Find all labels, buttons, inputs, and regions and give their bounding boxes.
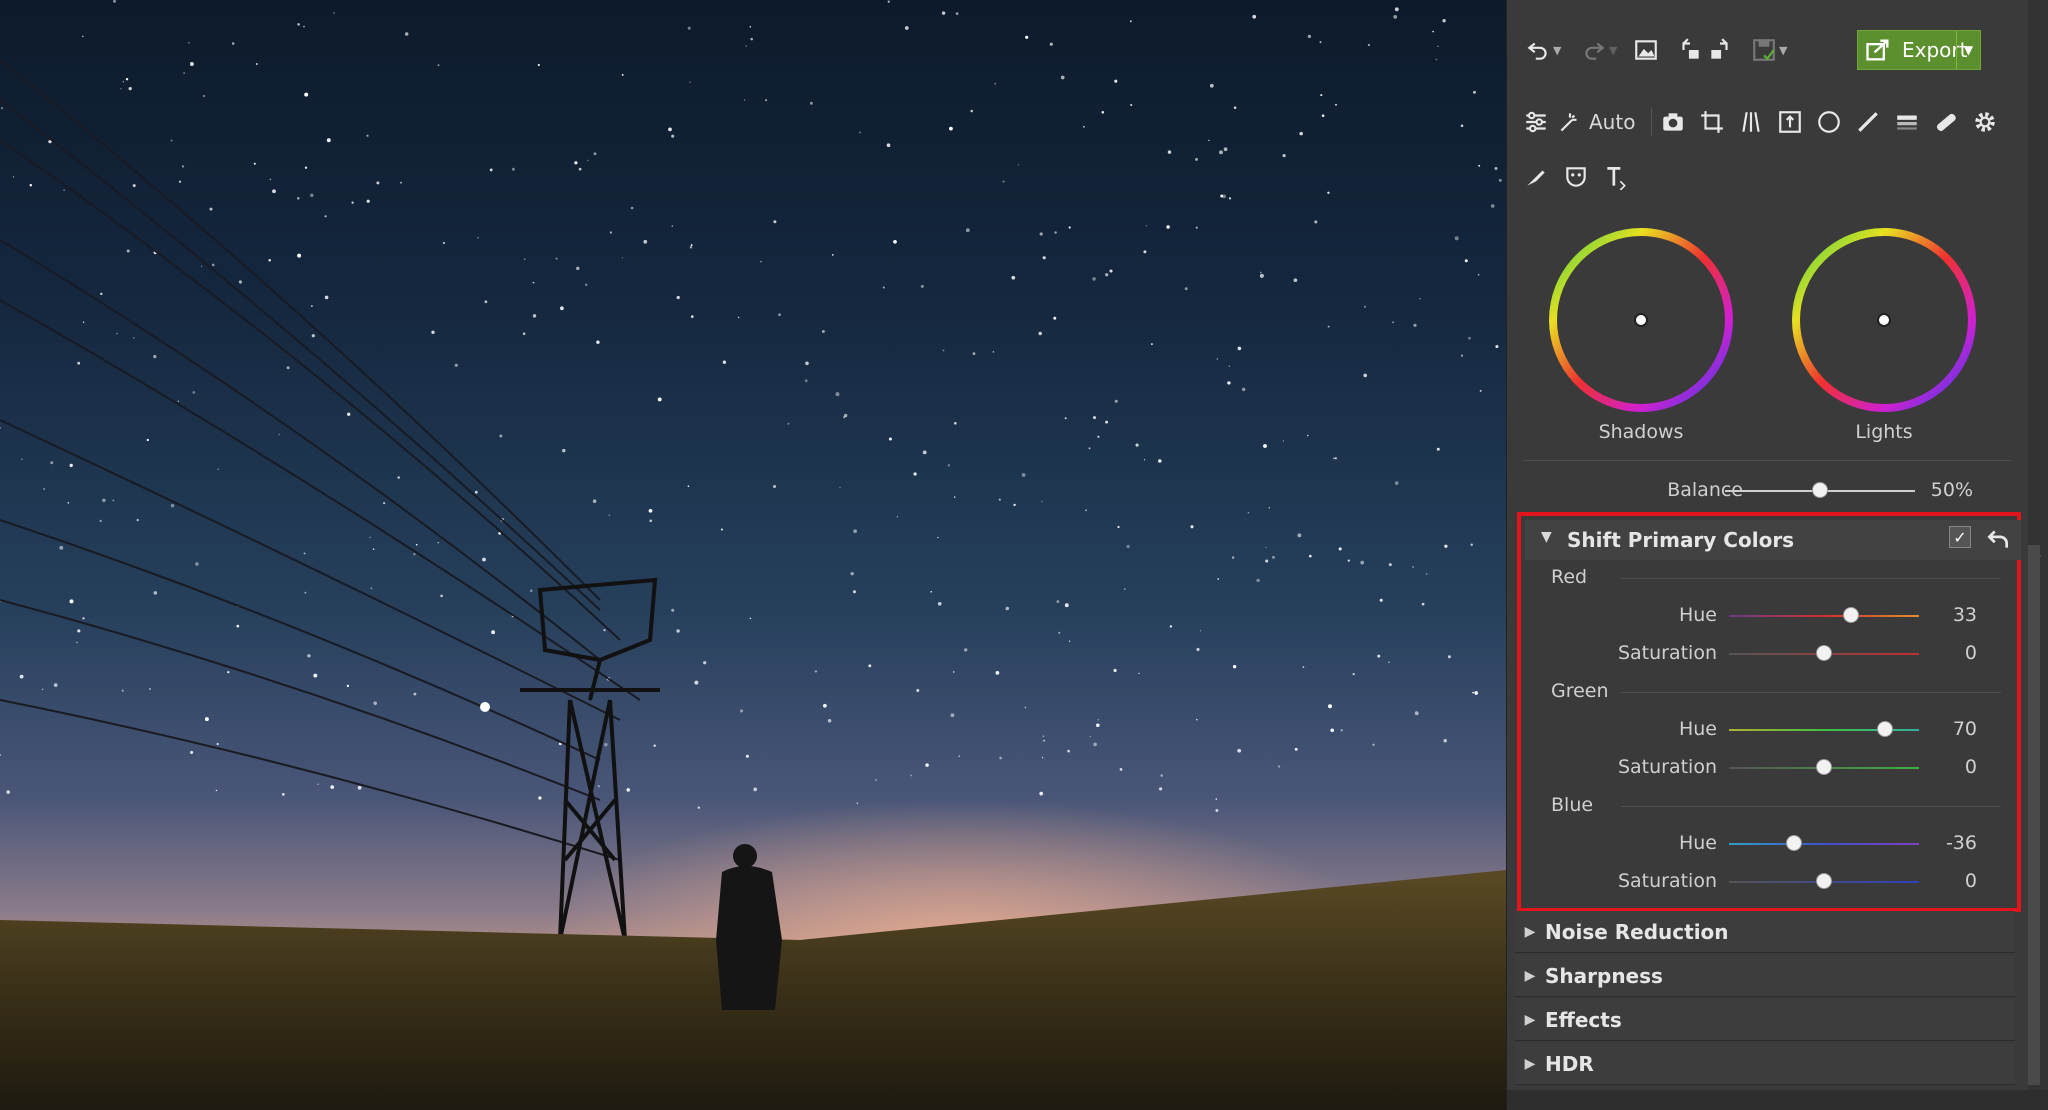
frame-icon[interactable]: [1775, 107, 1805, 137]
hdr-section[interactable]: ▶ HDR: [1515, 1043, 2015, 1085]
blue-hue-slider[interactable]: [1729, 843, 1919, 845]
bottom-bar: [1507, 1090, 2048, 1110]
red-hue-slider[interactable]: [1729, 615, 1919, 617]
tools-toolbar-2: [1521, 160, 2041, 194]
red-hue-value: 33: [1952, 604, 1977, 626]
blue-hue-value: -36: [1945, 832, 1977, 854]
sharpness-title: Sharpness: [1545, 963, 1663, 988]
group-label-red: Red: [1551, 566, 1588, 588]
blue-saturation-value: 0: [1964, 870, 1977, 892]
shadows-wheel-handle: [1634, 313, 1648, 327]
blue-saturation-slider-knob[interactable]: [1816, 873, 1832, 889]
blue-hue-label: Hue: [1678, 832, 1717, 854]
shift-primary-colors-section: ▼ Shift Primary Colors ✓ Red Hue 33 Saturat…: [1517, 512, 2021, 912]
redo-dropdown-icon[interactable]: ▼: [1609, 44, 1621, 57]
rotate-right-icon[interactable]: [1705, 35, 1735, 65]
balance-slider-knob[interactable]: [1812, 482, 1828, 498]
group-label-blue: Blue: [1551, 794, 1594, 816]
group-label-green: Green: [1551, 680, 1609, 702]
perspective-icon[interactable]: [1736, 107, 1766, 137]
expand-triangle-icon: ▶: [1524, 923, 1536, 940]
settings-gear-icon[interactable]: [1970, 107, 2000, 137]
noise-reduction-section[interactable]: ▶ Noise Reduction: [1515, 911, 2015, 953]
face-retouch-icon[interactable]: [1561, 162, 1591, 192]
red-saturation-slider-knob[interactable]: [1816, 645, 1832, 661]
tools-toolbar: Auto: [1521, 104, 2041, 140]
expand-triangle-icon: ▶: [1524, 967, 1536, 984]
shadows-label: Shadows: [1598, 421, 1684, 443]
lights-label: Lights: [1855, 421, 1913, 443]
green-hue-label: Hue: [1678, 718, 1717, 740]
edit-panel: ▼ ▼ ▼ Export ▼ Auto Shadows Lights Balan…: [1506, 0, 2048, 1110]
noise-reduction-title: Noise Reduction: [1545, 919, 1729, 944]
red-hue-label: Hue: [1678, 604, 1717, 626]
expand-triangle-icon: ▶: [1524, 1011, 1536, 1028]
export-icon: [1866, 39, 1889, 61]
crop-icon[interactable]: [1697, 107, 1727, 137]
lights-color-wheel[interactable]: [1784, 220, 1984, 420]
save-icon[interactable]: [1749, 35, 1779, 65]
healing-bandage-icon[interactable]: [1931, 107, 1961, 137]
blue-saturation-label: Saturation: [1617, 870, 1717, 892]
undo-icon[interactable]: [1523, 35, 1553, 65]
export-button[interactable]: Export ▼: [1857, 30, 1981, 70]
balance-value: 50%: [1930, 479, 1973, 501]
red-hue-slider-knob[interactable]: [1842, 607, 1859, 623]
hdr-title: HDR: [1545, 1051, 1594, 1076]
shadows-color-wheel[interactable]: [1541, 220, 1741, 420]
radial-filter-icon[interactable]: [1814, 107, 1844, 137]
green-saturation-label: Saturation: [1617, 756, 1717, 778]
green-saturation-slider-knob[interactable]: [1816, 759, 1832, 775]
adjustments-icon[interactable]: [1521, 107, 1551, 137]
panel-scrollbar[interactable]: [2028, 545, 2040, 1085]
text-tool-icon[interactable]: [1601, 162, 1631, 192]
undo-dropdown-icon[interactable]: ▼: [1553, 44, 1565, 57]
redo-icon[interactable]: [1579, 35, 1609, 65]
green-hue-value: 70: [1952, 718, 1977, 740]
night-sky-photo: [0, 0, 1506, 1110]
rotate-left-icon[interactable]: [1675, 35, 1705, 65]
shift-primary-colors-title: Shift Primary Colors: [1567, 528, 1795, 552]
effects-section[interactable]: ▶ Effects: [1515, 999, 2015, 1041]
gradient-filter-icon[interactable]: [1892, 107, 1922, 137]
enable-checkbox[interactable]: ✓: [1949, 526, 1971, 548]
effects-title: Effects: [1545, 1007, 1622, 1032]
auto-button[interactable]: Auto: [1589, 110, 1645, 134]
collapse-triangle-icon[interactable]: ▼: [1541, 529, 1552, 545]
blue-hue-slider-knob[interactable]: [1785, 835, 1802, 851]
camera-icon[interactable]: [1658, 107, 1688, 137]
lights-wheel-handle: [1877, 313, 1891, 327]
green-hue-slider-knob[interactable]: [1876, 721, 1893, 737]
red-saturation-value: 0: [1964, 642, 1977, 664]
compare-image-icon[interactable]: [1631, 35, 1661, 65]
reset-arrow-icon[interactable]: [1985, 526, 2011, 552]
eraser-brush-icon[interactable]: [1521, 162, 1551, 192]
red-saturation-label: Saturation: [1617, 642, 1717, 664]
expand-triangle-icon: ▶: [1524, 1055, 1536, 1072]
export-dropdown-icon[interactable]: ▼: [1956, 31, 1980, 69]
sharpness-section[interactable]: ▶ Sharpness: [1515, 955, 2015, 997]
green-saturation-value: 0: [1964, 756, 1977, 778]
brush-icon[interactable]: [1853, 107, 1883, 137]
save-dropdown-icon[interactable]: ▼: [1779, 44, 1791, 57]
magic-wand-icon[interactable]: [1555, 107, 1585, 137]
shift-primary-colors-header[interactable]: ▼ Shift Primary Colors ✓: [1525, 520, 2021, 560]
photo-canvas[interactable]: [0, 0, 1506, 1110]
